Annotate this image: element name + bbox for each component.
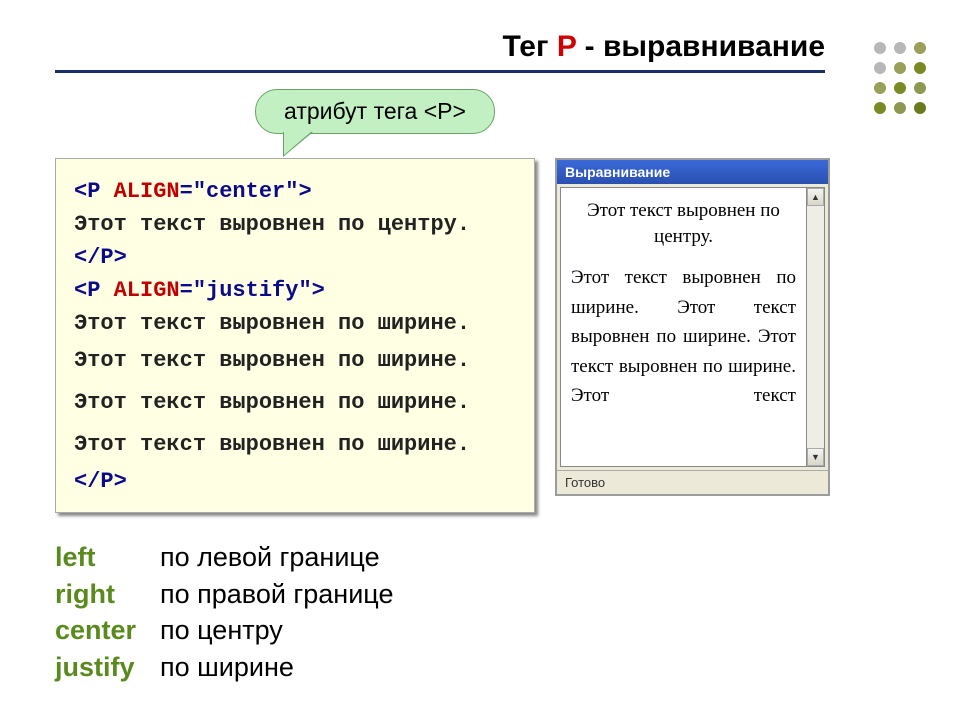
decorative-dot-grid: [874, 42, 928, 116]
window-statusbar: Готово: [557, 470, 828, 494]
code-text: Этот текст выровнен по ширине.: [74, 340, 516, 382]
code-tag: <P: [74, 179, 114, 204]
title-tag: P: [557, 30, 576, 63]
code-tag2: <P: [74, 278, 114, 303]
window-content: Этот текст выровнен по центру. Этот текс…: [560, 187, 807, 467]
centered-paragraph: Этот текст выровнен по центру.: [571, 198, 796, 249]
justified-paragraph: Этот текст выровнен по ширине. Этот текс…: [571, 263, 796, 410]
title-before: Тег: [502, 30, 556, 63]
title-after: - выравнивание: [576, 30, 825, 63]
list-item: rightпо правой границе: [55, 576, 915, 612]
align-desc: по центру: [160, 615, 283, 645]
code-tag-end: ="center">: [180, 179, 312, 204]
scrollbar-track[interactable]: [807, 206, 824, 448]
code-text: Этот текст выровнен по ширине.: [74, 424, 516, 466]
list-item: centerпо центру: [55, 612, 915, 648]
align-desc: по ширине: [160, 652, 294, 682]
callout-bubble: атрибут тега <P>: [255, 89, 495, 134]
code-close2: </P>: [74, 469, 127, 494]
scrollbar[interactable]: ▲ ▼: [807, 187, 825, 467]
align-kw-left: left: [55, 539, 160, 575]
slide: Тег P - выравнивание атрибут тега <P> <P…: [0, 0, 960, 705]
align-desc: по правой границе: [160, 579, 393, 609]
align-desc: по левой границе: [160, 542, 380, 572]
code-tag2-end: ="justify">: [180, 278, 325, 303]
align-values-list: leftпо левой границе rightпо правой гран…: [55, 539, 915, 685]
code-close: </P>: [74, 245, 127, 270]
page-title: Тег P - выравнивание: [502, 30, 825, 64]
align-kw-justify: justify: [55, 649, 160, 685]
list-item: leftпо левой границе: [55, 539, 915, 575]
code-text: Этот текст выровнен по центру.: [74, 208, 516, 241]
preview-window: Выравнивание Этот текст выровнен по цент…: [555, 158, 830, 496]
callout-text: атрибут тега <P>: [284, 98, 466, 124]
window-titlebar: Выравнивание: [557, 160, 828, 184]
list-item: justifyпо ширине: [55, 649, 915, 685]
code-attr2: ALIGN: [114, 278, 180, 303]
align-kw-right: right: [55, 576, 160, 612]
code-attr: ALIGN: [114, 179, 180, 204]
code-example: <P ALIGN="center"> Этот текст выровнен п…: [55, 158, 535, 513]
scroll-up-icon[interactable]: ▲: [807, 188, 824, 206]
code-text: Этот текст выровнен по ширине.: [74, 307, 516, 340]
align-kw-center: center: [55, 612, 160, 648]
scroll-down-icon[interactable]: ▼: [807, 448, 824, 466]
code-text: Этот текст выровнен по ширине.: [74, 382, 516, 424]
